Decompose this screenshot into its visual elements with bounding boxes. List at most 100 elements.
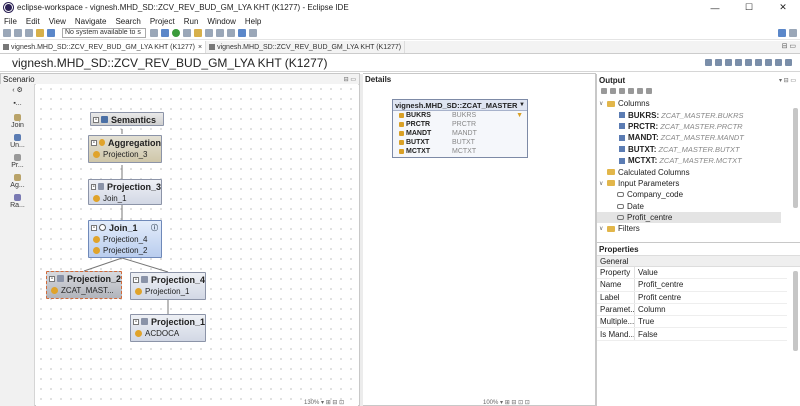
node-projection-2[interactable]: - Projection_2 ZCAT_MAST...: [46, 271, 122, 299]
perspective-icon[interactable]: [778, 29, 786, 37]
chevron-down-icon[interactable]: ∨: [599, 225, 607, 232]
connect-icon[interactable]: [47, 29, 55, 37]
collapse-all-icon[interactable]: [610, 87, 616, 94]
run-icon[interactable]: [172, 29, 180, 37]
menu-file[interactable]: File: [4, 17, 17, 26]
tree-calculated-columns[interactable]: Calculated Columns: [597, 166, 787, 177]
output-scrollbar[interactable]: [793, 108, 798, 208]
tree-column-item[interactable]: BUKRS: ZCAT_MASTER.BUKRS: [597, 109, 787, 120]
execute-icon[interactable]: [745, 59, 752, 66]
menu-view[interactable]: View: [49, 17, 66, 26]
tree-input-parameters[interactable]: ∨ Input Parameters: [597, 178, 787, 189]
check-icon[interactable]: [735, 59, 742, 66]
system-selector[interactable]: No system available to s: [62, 28, 146, 38]
table-field-row[interactable]: PRCTR PRCTR: [393, 120, 527, 129]
external-tools-icon[interactable]: [194, 29, 202, 37]
menu-navigate[interactable]: Navigate: [75, 17, 107, 26]
node-projection-3[interactable]: - Projection_3 Join_1: [88, 179, 162, 205]
layout-icon[interactable]: [775, 59, 782, 66]
collapse-icon[interactable]: -: [91, 183, 97, 190]
collapse-icon[interactable]: -: [93, 116, 99, 123]
maximize-button[interactable]: ☐: [732, 0, 766, 15]
palette-aggregation[interactable]: Ag...: [0, 174, 35, 189]
more-icon[interactable]: [785, 59, 792, 66]
node-semantics[interactable]: - Semantics: [90, 112, 164, 126]
debug-icon[interactable]: [150, 29, 158, 37]
property-row-label[interactable]: Label Profit centre: [597, 291, 787, 304]
palette-controls[interactable]: ‹ ⚙: [0, 86, 35, 94]
table-field-row[interactable]: BUKRS BUKRS ▼: [393, 111, 527, 120]
table-field-row[interactable]: MCTXT MCTXT: [393, 147, 527, 156]
source-table-card[interactable]: vignesh.MHD_SD::ZCAT_MASTER ▼ BUKRS BUKRS…: [392, 99, 528, 158]
save-all-icon[interactable]: [25, 29, 33, 37]
collapse-icon[interactable]: -: [91, 139, 97, 146]
properties-section-general[interactable]: General: [597, 255, 800, 267]
palette-union[interactable]: Un...: [0, 134, 35, 149]
property-row-multiple[interactable]: Multiple... True: [597, 316, 787, 329]
menu-window[interactable]: Window: [207, 17, 235, 26]
node-aggregation[interactable]: - Aggregation Projection_3: [88, 135, 162, 163]
scenario-canvas[interactable]: - Semantics - Aggregation Projection_3 - Pr…: [36, 84, 358, 406]
tree-parameter-item[interactable]: Date: [597, 201, 787, 212]
data-preview-icon[interactable]: [755, 59, 762, 66]
run-menu-icon[interactable]: [183, 29, 191, 37]
close-button[interactable]: ✕: [766, 0, 800, 15]
tab-zcv-rev-bud-2[interactable]: vignesh.MHD_SD::ZCV_REV_BUD_GM_LYA KHT (…: [206, 41, 406, 53]
sort-icon[interactable]: [619, 87, 625, 94]
node-join-1[interactable]: - Join_1 ⓘ Projection_4 Projection_2: [88, 220, 162, 258]
chevron-down-icon[interactable]: ∨: [599, 180, 607, 187]
new-icon[interactable]: [3, 29, 11, 37]
property-row-name[interactable]: Name Profit_centre: [597, 279, 787, 292]
palette-join[interactable]: Join: [0, 114, 35, 129]
open-folder-icon[interactable]: [36, 29, 44, 37]
node-projection-1[interactable]: - Projection_1 ACDOCA: [130, 314, 206, 342]
chevron-down-icon[interactable]: ▼: [519, 102, 525, 108]
collapse-icon[interactable]: -: [133, 276, 139, 283]
tree-parameter-item[interactable]: Company_code: [597, 189, 787, 200]
expand-all-icon[interactable]: [601, 87, 607, 94]
node-projection-4[interactable]: - Projection_4 Projection_1: [130, 272, 206, 300]
details-zoom[interactable]: 100% ▾ ⊞ ⊟ ⊡ ⊡: [483, 399, 530, 406]
menu-search[interactable]: Search: [115, 17, 140, 26]
globe-icon[interactable]: [705, 59, 712, 66]
back-icon[interactable]: [216, 29, 224, 37]
table-field-row[interactable]: MANDT MANDT: [393, 129, 527, 138]
tree-parameter-item-selected[interactable]: Profit_centre: [597, 211, 781, 224]
pin-icon[interactable]: [249, 29, 257, 37]
chevron-down-icon[interactable]: ∨: [599, 100, 607, 107]
property-row-mandatory[interactable]: Is Mand... False: [597, 328, 787, 341]
tree-filters[interactable]: ∨ Filters: [597, 223, 787, 234]
tab-zcv-rev-bud-1[interactable]: vignesh.MHD_SD::ZCV_REV_BUD_GM_LYA KHT (…: [0, 41, 207, 53]
scenario-pane-controls[interactable]: ⊟ ▭: [344, 76, 359, 83]
properties-scrollbar[interactable]: [793, 271, 798, 351]
palette-projection[interactable]: Pr...: [0, 154, 35, 169]
tree-column-item[interactable]: PRCTR: ZCAT_MASTER.PRCTR: [597, 121, 787, 132]
scenario-zoom[interactable]: 130% ▾ ⊞ ⊟ ⊡: [304, 399, 344, 406]
menu-help[interactable]: Help: [245, 17, 261, 26]
chart-icon[interactable]: [715, 59, 722, 66]
info-icon[interactable]: ⓘ: [151, 223, 158, 233]
table-icon[interactable]: [725, 59, 732, 66]
dropdown-icon[interactable]: [646, 87, 652, 94]
menu-project[interactable]: Project: [150, 17, 175, 26]
tree-column-item[interactable]: MCTXT: ZCAT_MASTER.MCTXT: [597, 155, 787, 166]
search-icon[interactable]: [789, 29, 797, 37]
tree-columns[interactable]: ∨ Columns: [597, 98, 787, 109]
forward-icon[interactable]: [227, 29, 235, 37]
tree-column-item[interactable]: BUTXT: ZCAT_MASTER.BUTXT: [597, 144, 787, 155]
collapse-icon[interactable]: -: [91, 224, 97, 231]
toggle-icon[interactable]: [161, 29, 169, 37]
tab-controls[interactable]: ⊟ ▭: [782, 42, 796, 50]
property-row-parameter-type[interactable]: Paramet... Column: [597, 303, 787, 317]
tree-column-item[interactable]: MANDT: ZCAT_MASTER.MANDT: [597, 132, 787, 143]
menu-run[interactable]: Run: [184, 17, 199, 26]
tab-close-icon[interactable]: ×: [198, 44, 202, 51]
minimize-button[interactable]: —: [698, 0, 732, 15]
tools-icon[interactable]: [765, 59, 772, 66]
palette-rank[interactable]: Ra...: [0, 194, 35, 209]
collapse-icon[interactable]: -: [133, 318, 139, 325]
add-icon[interactable]: [637, 87, 643, 94]
link-icon[interactable]: [238, 29, 246, 37]
collapse-icon[interactable]: -: [49, 275, 55, 282]
menu-edit[interactable]: Edit: [26, 17, 40, 26]
